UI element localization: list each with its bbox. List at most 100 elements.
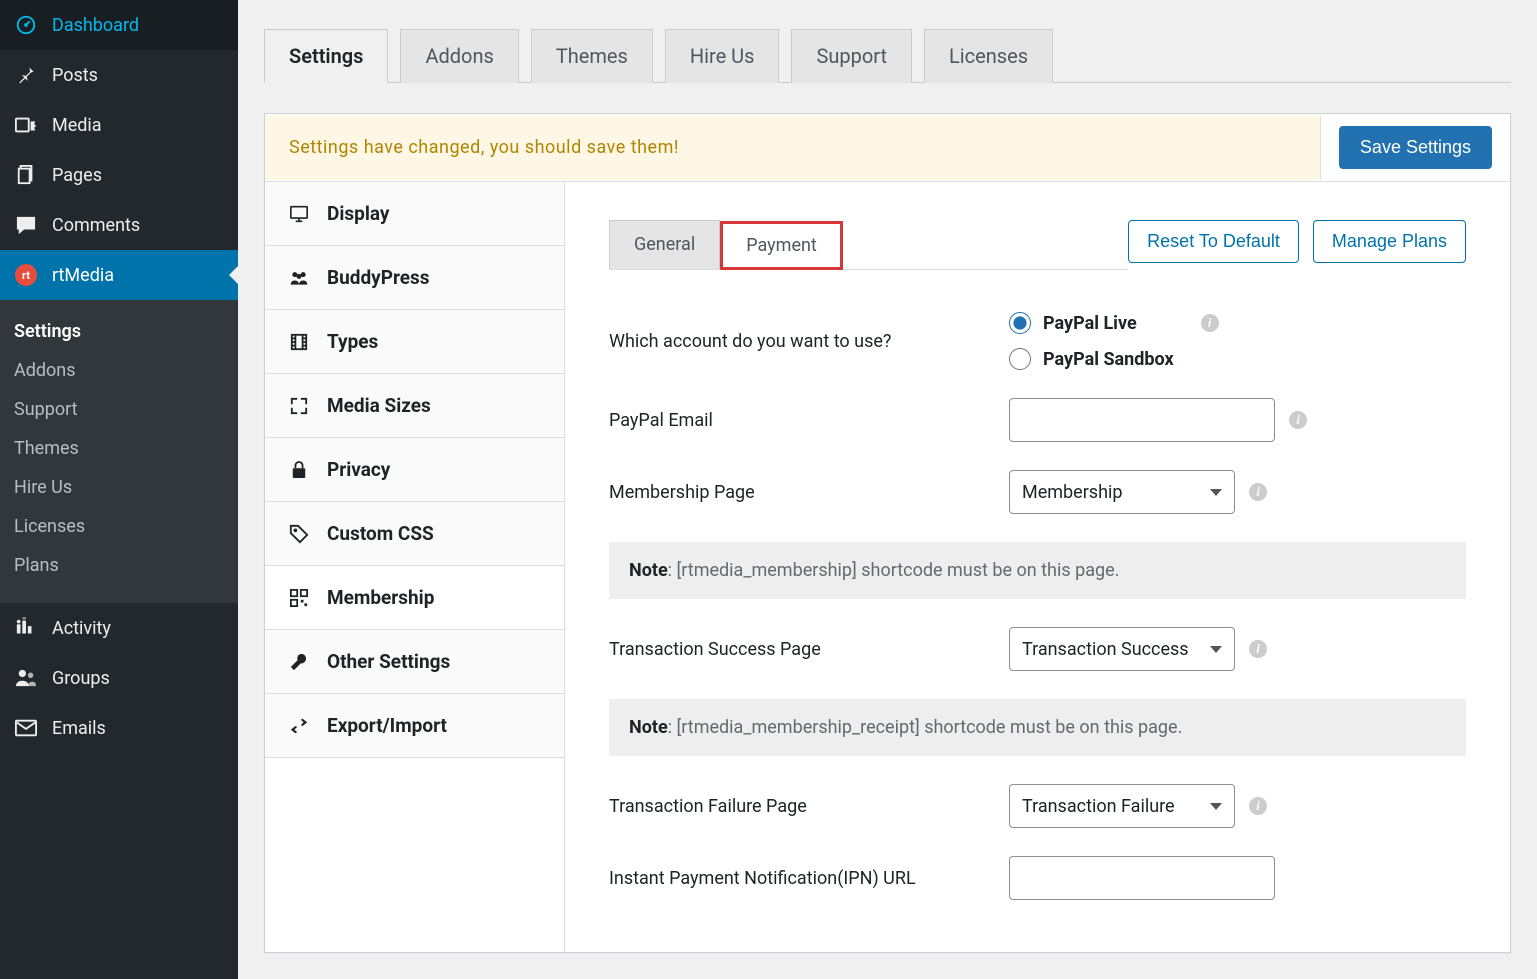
paypal-email-input[interactable] bbox=[1009, 398, 1275, 442]
membership-shortcode-note: Note: [rtmedia_membership] shortcode mus… bbox=[609, 542, 1466, 599]
settings-body: Display BuddyPress Types Media Sizes Privacy… bbox=[265, 181, 1510, 952]
wp-menu-emails[interactable]: Emails bbox=[0, 703, 238, 753]
qr-icon bbox=[287, 587, 311, 609]
film-icon bbox=[287, 331, 311, 353]
expand-icon bbox=[287, 395, 311, 417]
rt-icon: rt bbox=[12, 263, 40, 287]
menu-label: Media bbox=[52, 115, 102, 136]
settings-container: Settings have changed, you should save t… bbox=[264, 113, 1511, 953]
panel-action-buttons: Reset To Default Manage Plans bbox=[1128, 220, 1466, 263]
membership-page-value: Membership bbox=[1022, 482, 1123, 503]
admin-top-tabs: SettingsAddonsThemesHire UsSupportLicens… bbox=[264, 0, 1511, 83]
wp-menu-comments[interactable]: Comments bbox=[0, 200, 238, 250]
settings-nav-label: Types bbox=[327, 330, 378, 353]
main-content: SettingsAddonsThemesHire UsSupportLicens… bbox=[238, 0, 1537, 979]
settings-nav-display[interactable]: Display bbox=[265, 182, 564, 246]
settings-nav-membership[interactable]: Membership bbox=[265, 566, 564, 630]
settings-nav-privacy[interactable]: Privacy bbox=[265, 438, 564, 502]
wp-menu-rtmedia[interactable]: rt rtMedia bbox=[0, 250, 238, 300]
settings-nav-label: Custom CSS bbox=[327, 522, 434, 545]
menu-label: Groups bbox=[52, 668, 110, 689]
paypal-live-radio[interactable] bbox=[1009, 312, 1031, 334]
manage-plans-button[interactable]: Manage Plans bbox=[1313, 220, 1466, 263]
ipn-url-label: Instant Payment Notification(IPN) URL bbox=[609, 868, 1009, 889]
settings-nav-buddypress[interactable]: BuddyPress bbox=[265, 246, 564, 310]
menu-label: Emails bbox=[52, 718, 106, 739]
emails-icon bbox=[12, 716, 40, 740]
receipt-shortcode-note: Note: [rtmedia_membership_receipt] short… bbox=[609, 699, 1466, 756]
menu-label: rtMedia bbox=[52, 265, 114, 286]
settings-side-nav: Display BuddyPress Types Media Sizes Privacy… bbox=[265, 182, 565, 952]
save-settings-button[interactable]: Save Settings bbox=[1339, 126, 1492, 169]
wp-submenu-support[interactable]: Support bbox=[0, 390, 238, 429]
settings-nav-label: Display bbox=[327, 202, 389, 225]
lock-icon bbox=[287, 459, 311, 481]
settings-nav-custom-css[interactable]: Custom CSS bbox=[265, 502, 564, 566]
notice-row: Settings have changed, you should save t… bbox=[265, 114, 1510, 181]
dashboard-icon bbox=[12, 13, 40, 37]
top-tab-support[interactable]: Support bbox=[791, 29, 912, 83]
top-tab-hire-us[interactable]: Hire Us bbox=[665, 29, 780, 83]
info-icon[interactable]: i bbox=[1289, 411, 1307, 429]
transaction-success-label: Transaction Success Page bbox=[609, 639, 1009, 660]
ipn-url-input[interactable] bbox=[1009, 856, 1275, 900]
wp-menu-dashboard[interactable]: Dashboard bbox=[0, 0, 238, 50]
activity-icon bbox=[12, 616, 40, 640]
wp-menu-posts[interactable]: Posts bbox=[0, 50, 238, 100]
membership-sub-tabs: GeneralPayment bbox=[609, 220, 1128, 270]
info-icon[interactable]: i bbox=[1249, 797, 1267, 815]
settings-nav-types[interactable]: Types bbox=[265, 310, 564, 374]
settings-nav-label: Other Settings bbox=[327, 650, 450, 673]
reset-to-default-button[interactable]: Reset To Default bbox=[1128, 220, 1299, 263]
top-tab-licenses[interactable]: Licenses bbox=[924, 29, 1053, 83]
info-icon[interactable]: i bbox=[1249, 640, 1267, 658]
top-tab-themes[interactable]: Themes bbox=[531, 29, 653, 83]
pin-icon bbox=[12, 63, 40, 87]
group-icon bbox=[287, 267, 311, 289]
wp-submenu-licenses[interactable]: Licenses bbox=[0, 507, 238, 546]
transaction-failure-select[interactable]: Transaction Failure bbox=[1009, 784, 1235, 828]
wp-menu-groups[interactable]: Groups bbox=[0, 653, 238, 703]
wp-menu-pages[interactable]: Pages bbox=[0, 150, 238, 200]
unsaved-changes-notice: Settings have changed, you should save t… bbox=[265, 115, 1321, 180]
sub-tab-payment[interactable]: Payment bbox=[720, 221, 843, 270]
transaction-success-select[interactable]: Transaction Success bbox=[1009, 627, 1235, 671]
paypal-sandbox-label: PayPal Sandbox bbox=[1043, 349, 1174, 370]
menu-label: Comments bbox=[52, 215, 140, 236]
membership-page-select[interactable]: Membership bbox=[1009, 470, 1235, 514]
settings-nav-label: BuddyPress bbox=[327, 266, 430, 289]
wp-submenu-settings[interactable]: Settings bbox=[0, 312, 238, 351]
account-type-label: Which account do you want to use? bbox=[609, 331, 1009, 352]
menu-label: Pages bbox=[52, 165, 102, 186]
wp-submenu: SettingsAddonsSupportThemesHire UsLicens… bbox=[0, 300, 238, 603]
wrench-icon bbox=[287, 651, 311, 673]
info-icon[interactable]: i bbox=[1249, 483, 1267, 501]
wp-submenu-plans[interactable]: Plans bbox=[0, 546, 238, 585]
wp-submenu-addons[interactable]: Addons bbox=[0, 351, 238, 390]
paypal-account-radio-group: PayPal Live i PayPal Sandbox bbox=[1009, 312, 1219, 370]
membership-page-label: Membership Page bbox=[609, 482, 1009, 503]
settings-nav-other-settings[interactable]: Other Settings bbox=[265, 630, 564, 694]
chevron-down-icon bbox=[1210, 489, 1222, 496]
paypal-live-option[interactable]: PayPal Live i bbox=[1009, 312, 1219, 334]
settings-nav-label: Media Sizes bbox=[327, 394, 431, 417]
paypal-sandbox-option[interactable]: PayPal Sandbox bbox=[1009, 348, 1219, 370]
groups-icon bbox=[12, 666, 40, 690]
top-tab-settings[interactable]: Settings bbox=[264, 29, 388, 83]
wp-menu-activity[interactable]: Activity bbox=[0, 603, 238, 653]
wp-submenu-hire-us[interactable]: Hire Us bbox=[0, 468, 238, 507]
top-tab-addons[interactable]: Addons bbox=[400, 29, 518, 83]
settings-nav-label: Privacy bbox=[327, 458, 390, 481]
menu-label: Posts bbox=[52, 65, 98, 86]
settings-nav-export/import[interactable]: Export/Import bbox=[265, 694, 564, 758]
info-icon[interactable]: i bbox=[1201, 314, 1219, 332]
wp-menu-media[interactable]: Media bbox=[0, 100, 238, 150]
wp-admin-sidebar: Dashboard Posts Media Pages Comments rt rtMedi… bbox=[0, 0, 238, 979]
paypal-sandbox-radio[interactable] bbox=[1009, 348, 1031, 370]
transaction-failure-value: Transaction Failure bbox=[1022, 796, 1175, 817]
settings-nav-label: Export/Import bbox=[327, 714, 447, 737]
comments-icon bbox=[12, 213, 40, 237]
wp-submenu-themes[interactable]: Themes bbox=[0, 429, 238, 468]
sub-tab-general[interactable]: General bbox=[609, 220, 720, 269]
settings-nav-media-sizes[interactable]: Media Sizes bbox=[265, 374, 564, 438]
